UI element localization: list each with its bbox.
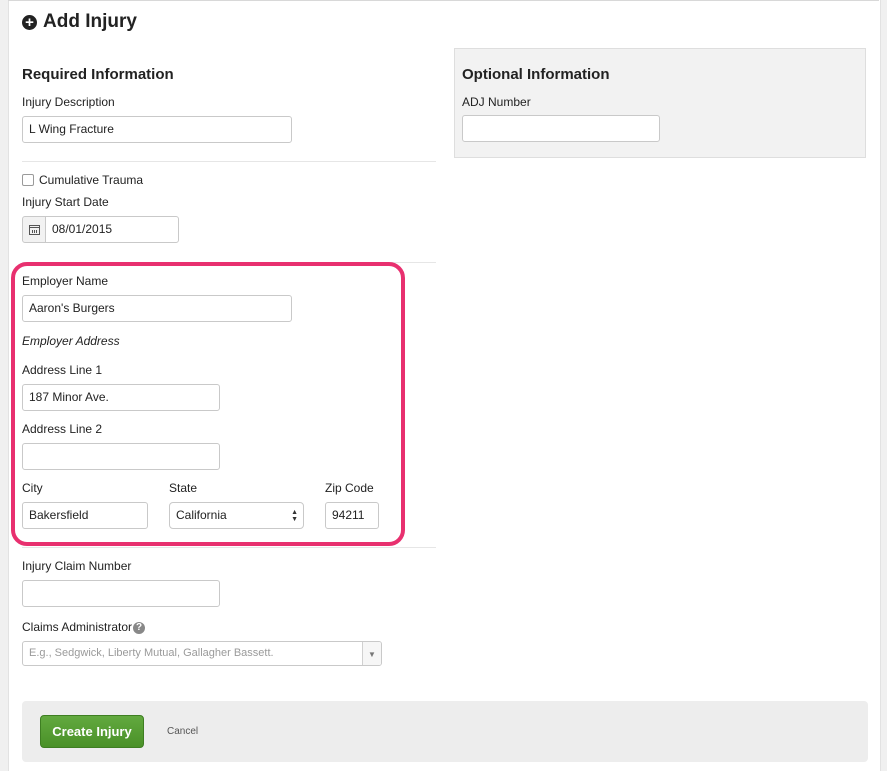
- form-footer: [22, 701, 868, 762]
- divider: [22, 161, 436, 162]
- claims-admin-placeholder: E.g., Sedgwick, Liberty Mutual, Gallaghe…: [29, 647, 274, 659]
- divider: [22, 547, 436, 548]
- injury-description-input[interactable]: L Wing Fracture: [22, 116, 292, 143]
- injury-description-label: Injury Description: [22, 95, 115, 109]
- required-heading: Required Information: [22, 66, 174, 83]
- claims-admin-label-row: Claims Administrator?: [22, 620, 146, 634]
- claims-admin-label: Claims Administrator: [22, 620, 133, 634]
- plus-circle-icon: +: [22, 14, 37, 30]
- cumulative-trauma-checkbox[interactable]: [22, 174, 34, 186]
- cumulative-trauma-label: Cumulative Trauma: [39, 173, 144, 187]
- employer-highlight: [11, 262, 405, 546]
- page-title-text: Add Injury: [43, 11, 137, 32]
- adj-number-label: ADJ Number: [462, 95, 531, 109]
- calendar-addon[interactable]: [22, 216, 46, 243]
- injury-start-date-group: 08/01/2015: [22, 216, 179, 243]
- page-title: + Add Injury: [22, 11, 137, 33]
- chevron-down-icon: ▼: [362, 642, 381, 665]
- injury-start-date-label: Injury Start Date: [22, 195, 109, 209]
- calendar-icon: [28, 224, 40, 235]
- adj-number-input[interactable]: [462, 115, 660, 142]
- cancel-link[interactable]: Cancel: [167, 726, 198, 737]
- claim-number-input[interactable]: [22, 580, 220, 607]
- help-icon[interactable]: ?: [133, 622, 146, 634]
- create-injury-button[interactable]: Create Injury: [40, 715, 144, 748]
- injury-start-date-input[interactable]: 08/01/2015: [45, 216, 179, 243]
- optional-heading: Optional Information: [462, 66, 610, 83]
- top-border: [8, 0, 879, 1]
- claim-number-label: Injury Claim Number: [22, 559, 132, 573]
- claims-admin-select[interactable]: E.g., Sedgwick, Liberty Mutual, Gallaghe…: [22, 641, 382, 666]
